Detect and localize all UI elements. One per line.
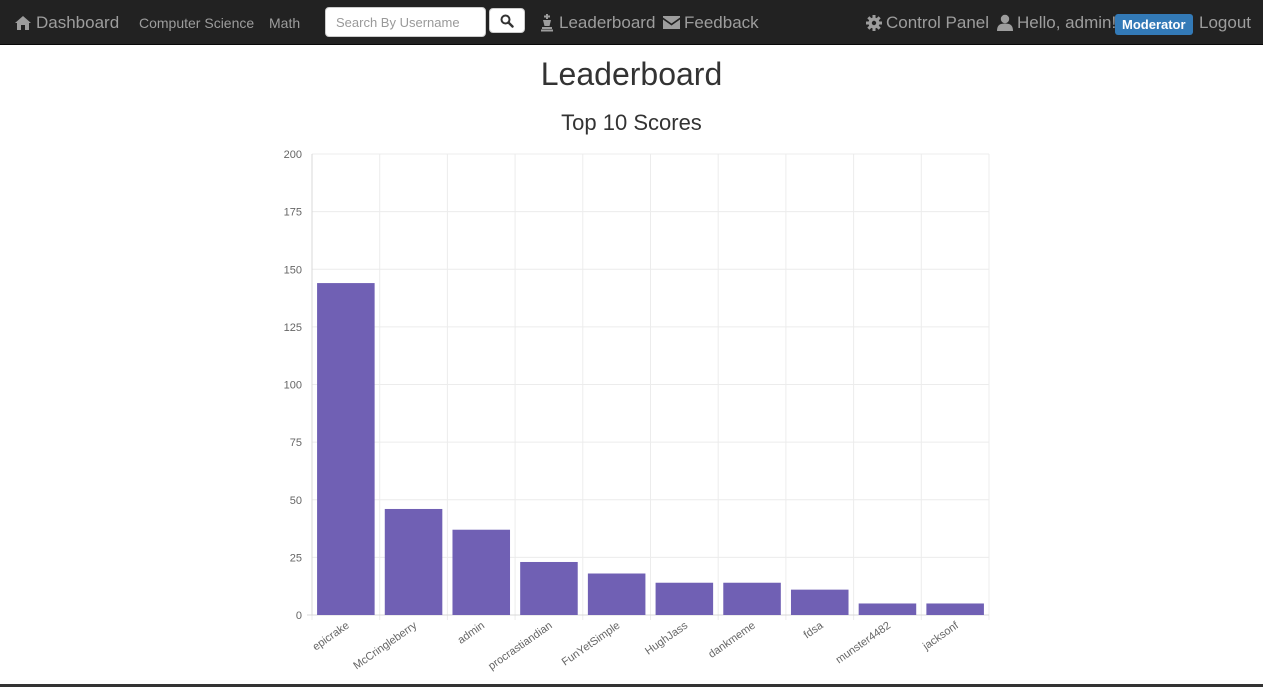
bar: [858, 603, 917, 615]
x-tick-label: HughJass: [643, 619, 690, 657]
y-tick-label: 25: [290, 552, 302, 564]
y-tick-label: 175: [284, 207, 302, 219]
y-tick-label: 150: [284, 264, 302, 276]
bar: [723, 582, 781, 615]
x-tick-label: epicrake: [311, 620, 352, 654]
x-tick-label: admin: [456, 620, 487, 647]
bar: [520, 561, 578, 615]
x-tick-label: FunYetSimple: [560, 620, 623, 669]
x-tick-label: jacksonf: [920, 619, 962, 653]
y-tick-label: 200: [284, 149, 302, 161]
bar: [926, 603, 984, 615]
y-tick-label: 75: [290, 437, 302, 449]
bar-chart: 0 25 50 75 100 125 150 175 200 epicrake McCringleb…: [284, 149, 990, 673]
x-tick-label: McCringleberry: [351, 619, 419, 672]
x-tick-label: munster4482: [834, 620, 893, 667]
y-tick-label: 0: [296, 610, 302, 622]
y-tick-label: 50: [290, 495, 302, 507]
x-tick-label: fdsa: [802, 619, 827, 641]
bar: [384, 508, 443, 615]
bar: [655, 582, 714, 615]
x-tick-label: procrastiandian: [486, 620, 554, 673]
bar: [790, 589, 849, 615]
bar: [317, 283, 375, 615]
bar: [452, 529, 511, 615]
y-tick-label: 125: [284, 322, 302, 334]
y-tick-label: 100: [284, 380, 302, 392]
bar: [587, 573, 646, 615]
x-tick-label: dankmeme: [706, 620, 757, 661]
